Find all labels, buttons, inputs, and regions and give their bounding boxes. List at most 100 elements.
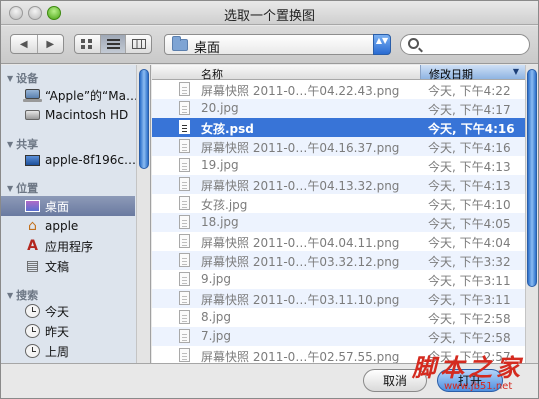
sidebar-item-macintosh-hd[interactable]: Macintosh HD [1, 105, 135, 125]
sidebar-item-applications[interactable]: A 应用程序 [1, 236, 135, 256]
sidebar-item-documents[interactable]: ▤ 文稿 [1, 256, 135, 276]
sidebar-item-label: 应用程序 [45, 239, 94, 254]
file-row[interactable]: 18.jpg 今天, 下午4:05 [152, 213, 525, 232]
sidebar-item-today[interactable]: 今天 [1, 301, 135, 321]
sidebar-item-label: 桌面 [45, 199, 70, 214]
file-row[interactable]: 女孩.psd 今天, 下午4:16 [152, 118, 525, 137]
laptop-icon [23, 89, 42, 102]
icon-view-button[interactable] [75, 35, 101, 53]
sidebar: ▼ 设备 “Apple”的“Ma… Macintosh HD ▼ 共享 apple-… [1, 65, 151, 363]
list-view-button[interactable] [100, 35, 127, 53]
file-row[interactable]: 19.jpg 今天, 下午4:13 [152, 156, 525, 175]
file-name: 屏幕快照 2011-0…午03.11.10.png [201, 293, 400, 307]
history-navigation: ◀ ▶ [10, 34, 64, 54]
back-button[interactable]: ◀ [11, 35, 38, 53]
file-icon [179, 291, 190, 305]
search-icon [408, 38, 419, 49]
clock-icon [25, 304, 40, 318]
title-bar: 选取一个置换图 [1, 1, 538, 25]
forward-button[interactable]: ▶ [38, 35, 64, 53]
sidebar-section-devices[interactable]: ▼ 设备 [7, 70, 38, 86]
location-label: 桌面 [194, 41, 221, 56]
file-name: 女孩.jpg [201, 198, 248, 212]
watermark-url: www.jb51.net [444, 381, 513, 392]
file-icon [179, 310, 190, 324]
file-row[interactable]: 9.jpg 今天, 下午3:11 [152, 270, 525, 289]
file-modified-date: 今天, 下午4:04 [428, 236, 511, 250]
sidebar-item-home[interactable]: ⌂ apple [1, 216, 135, 236]
file-icon [179, 101, 190, 115]
disclosure-triangle-icon: ▼ [7, 183, 14, 193]
file-row[interactable]: 20.jpg 今天, 下午4:17 [152, 99, 525, 118]
file-row[interactable]: 屏幕快照 2011-0…午04.22.43.png 今天, 下午4:22 [152, 80, 525, 99]
file-name: 8.jpg [201, 310, 232, 324]
file-name: 女孩.psd [201, 122, 254, 136]
section-label: 设备 [16, 72, 39, 85]
sidebar-item-desktop[interactable]: 桌面 [1, 196, 135, 216]
icon-view-icon [81, 39, 93, 49]
sidebar-section-places[interactable]: ▼ 位置 [7, 180, 38, 196]
file-modified-date: 今天, 下午4:22 [428, 84, 511, 98]
sidebar-item-label: 今天 [45, 304, 70, 319]
search-field[interactable] [400, 34, 530, 55]
file-icon [179, 234, 190, 248]
file-icon [179, 139, 190, 153]
sidebar-item-shared-computer[interactable]: apple-8f196c… [1, 150, 136, 170]
file-modified-date: 今天, 下午2:58 [428, 312, 511, 326]
file-row[interactable]: 屏幕快照 2011-0…午03.11.10.png 今天, 下午3:11 [152, 289, 525, 308]
file-row[interactable]: 7.jpg 今天, 下午2:58 [152, 327, 525, 346]
file-modified-date: 今天, 下午4:13 [428, 179, 511, 193]
file-name: 9.jpg [201, 272, 232, 286]
watermark-logo: 脚本之家 [412, 353, 524, 382]
file-row[interactable]: 8.jpg 今天, 下午2:58 [152, 308, 525, 327]
file-name: 屏幕快照 2011-0…午04.13.32.png [201, 179, 400, 193]
file-name: 屏幕快照 2011-0…午04.04.11.png [201, 236, 400, 250]
file-list: 名称 修改日期 ▼ 屏幕快照 2011-0…午04.22.43.png 今天, 下午… [152, 65, 525, 363]
location-popup[interactable]: 桌面 ▲▼ [164, 34, 391, 56]
file-name: 屏幕快照 2011-0…午04.16.37.png [201, 141, 400, 155]
file-row[interactable]: 屏幕快照 2011-0…午04.16.37.png 今天, 下午4:16 [152, 137, 525, 156]
sidebar-item-label: 昨天 [45, 324, 70, 339]
file-row[interactable]: 屏幕快照 2011-0…午04.13.32.png 今天, 下午4:13 [152, 175, 525, 194]
column-view-button[interactable] [126, 35, 151, 53]
clock-icon [25, 344, 40, 358]
file-icon [179, 196, 190, 210]
sidebar-item-last-week[interactable]: 上周 [1, 341, 135, 361]
sidebar-scrollbar[interactable] [136, 65, 150, 363]
disclosure-triangle-icon: ▼ [7, 139, 14, 149]
disclosure-triangle-icon: ▼ [7, 73, 14, 83]
sort-descending-icon: ▼ [512, 67, 519, 76]
sidebar-item-label: 上周 [45, 344, 70, 359]
file-icon [179, 348, 190, 362]
disclosure-triangle-icon: ▼ [7, 290, 14, 300]
file-icon [179, 329, 190, 343]
file-name: 19.jpg [201, 158, 239, 172]
file-row[interactable]: 屏幕快照 2011-0…午04.04.11.png 今天, 下午4:04 [152, 232, 525, 251]
file-list-scrollbar[interactable] [525, 65, 538, 363]
sidebar-scroll-thumb[interactable] [139, 69, 149, 169]
file-list-scroll-thumb[interactable] [527, 69, 537, 287]
home-icon: ⌂ [28, 218, 37, 234]
file-name: 屏幕快照 2011-0…午02.57.55.png [201, 350, 400, 363]
file-icon [179, 177, 190, 191]
monitor-icon [25, 154, 40, 166]
popup-arrows-icon: ▲▼ [373, 34, 391, 55]
folder-icon [172, 36, 188, 51]
date-column-header[interactable]: 修改日期 ▼ [420, 65, 525, 81]
file-icon [179, 272, 190, 286]
file-modified-date: 今天, 下午4:13 [428, 160, 511, 174]
file-modified-date: 今天, 下午4:16 [428, 141, 511, 155]
sidebar-item-apple-laptop[interactable]: “Apple”的“Ma… [1, 85, 138, 105]
sidebar-item-yesterday[interactable]: 昨天 [1, 321, 135, 341]
file-name: 20.jpg [201, 101, 239, 115]
sidebar-item-label: apple [45, 219, 79, 233]
file-name: 屏幕快照 2011-0…午03.32.12.png [201, 255, 400, 269]
file-row[interactable]: 屏幕快照 2011-0…午03.32.12.png 今天, 下午3:32 [152, 251, 525, 270]
file-icon [179, 215, 190, 229]
file-row[interactable]: 女孩.jpg 今天, 下午4:10 [152, 194, 525, 213]
window-title: 选取一个置换图 [223, 9, 315, 24]
back-arrow-icon: ◀ [19, 38, 28, 50]
file-icon [179, 158, 190, 172]
file-icon [179, 120, 190, 134]
desktop-icon [25, 200, 40, 212]
